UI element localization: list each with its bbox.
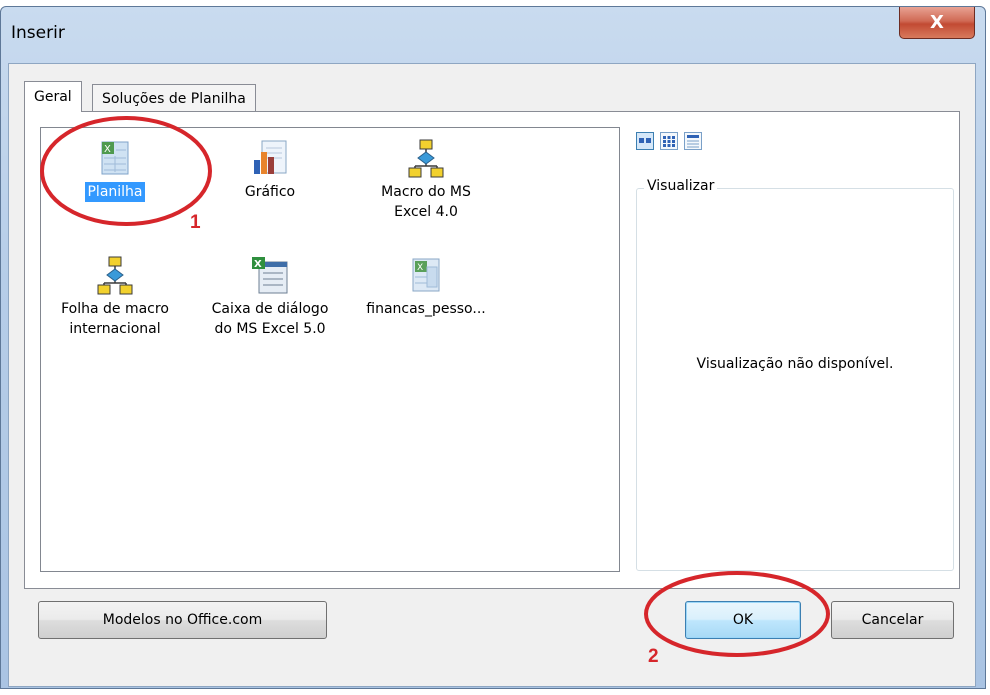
office-templates-button[interactable]: Modelos no Office.com	[38, 601, 327, 639]
item-label: Macro do MS Excel 4.0	[381, 184, 471, 220]
item-label: Planilha	[85, 182, 145, 202]
list-view-icon	[660, 132, 678, 150]
large-icons-view-icon	[636, 132, 654, 150]
dialog-title: Inserir	[11, 23, 65, 43]
details-view-button[interactable]	[684, 132, 702, 150]
svg-text:X: X	[417, 263, 423, 273]
button-label: Modelos no Office.com	[102, 612, 263, 628]
preview-group: Visualizar Visualização não disponível.	[636, 178, 954, 571]
close-button[interactable]: X	[899, 7, 975, 39]
tab-geral[interactable]: Geral	[24, 81, 82, 112]
macro-icon	[95, 255, 135, 295]
ok-button[interactable]: OK	[685, 601, 801, 639]
details-view-icon	[684, 132, 702, 150]
chart-icon	[250, 138, 290, 178]
annotation-step-2: 2	[648, 646, 659, 667]
list-item-folha-macro-internacional[interactable]: Folha de macro internacional	[50, 255, 180, 339]
cancel-button[interactable]: Cancelar	[831, 601, 954, 639]
item-label: Caixa de diálogo do MS Excel 5.0	[211, 301, 329, 337]
list-item-planilha[interactable]: X Planilha	[50, 138, 180, 202]
tab-panel-geral: X Planilha Gráfico Macro do MS Excel 4.0…	[24, 111, 960, 589]
close-icon: X	[930, 12, 944, 33]
worksheet-icon: X	[95, 138, 135, 178]
list-view-button[interactable]	[660, 132, 678, 150]
button-label: Cancelar	[861, 612, 924, 628]
list-item-grafico[interactable]: Gráfico	[205, 138, 335, 202]
tab-label: Soluções de Planilha	[102, 90, 246, 107]
macro-icon	[406, 138, 446, 178]
insert-dialog: Inserir X Geral Soluções de Planilha X P…	[0, 6, 986, 689]
svg-text:X: X	[104, 144, 111, 155]
annotation-step-1: 1	[190, 212, 201, 233]
item-label: Gráfico	[244, 184, 296, 200]
dialog-body: Geral Soluções de Planilha X Planilha Gr…	[8, 63, 976, 687]
template-list[interactable]: X Planilha Gráfico Macro do MS Excel 4.0…	[40, 127, 620, 572]
svg-text:X: X	[254, 259, 262, 270]
list-item-macro-excel-4[interactable]: Macro do MS Excel 4.0	[361, 138, 491, 222]
tab-solucoes-de-planilha[interactable]: Soluções de Planilha	[92, 84, 256, 112]
title-bar[interactable]: Inserir X	[1, 7, 985, 63]
button-label: OK	[732, 612, 754, 628]
item-label: Folha de macro internacional	[61, 301, 169, 337]
tab-label: Geral	[34, 89, 72, 105]
preview-message: Visualização não disponível.	[696, 356, 894, 372]
list-item-caixa-de-dialogo[interactable]: X Caixa de diálogo do MS Excel 5.0	[205, 255, 335, 339]
list-item-financas-pessoais[interactable]: X financas_pesso...	[361, 255, 491, 319]
preview-legend: Visualizar	[644, 178, 718, 194]
large-icons-view-button[interactable]	[636, 132, 654, 150]
dialog-sheet-icon: X	[250, 255, 290, 295]
item-label: financas_pesso...	[366, 301, 486, 317]
template-icon: X	[406, 255, 446, 295]
